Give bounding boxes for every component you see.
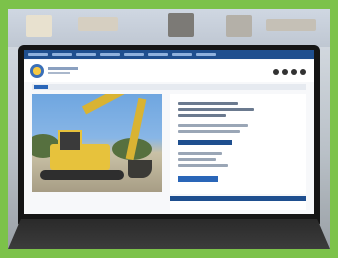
excavator-boom: [81, 94, 138, 115]
excavator-cab: [58, 130, 82, 152]
site-nav-bar: [24, 50, 314, 59]
nav-item[interactable]: [76, 53, 96, 56]
laptop-keyboard-deck: [8, 219, 330, 249]
seller-card: [170, 196, 306, 210]
breadcrumb: [32, 84, 306, 90]
excavator-bucket: [128, 160, 152, 178]
photo: [8, 9, 330, 249]
site-header: [24, 60, 314, 82]
excavator-track: [40, 170, 124, 180]
nav-item[interactable]: [172, 53, 192, 56]
nav-item[interactable]: [148, 53, 168, 56]
nav-item[interactable]: [28, 53, 48, 56]
site-logo[interactable]: [30, 64, 44, 78]
wall-object: [78, 17, 118, 31]
listing-title-blur: [178, 102, 238, 105]
nav-item[interactable]: [124, 53, 144, 56]
listing-text-blur: [178, 130, 240, 133]
laptop-screen-bezel: [18, 45, 320, 225]
social-icons: [273, 69, 306, 75]
wall-picture: [168, 13, 194, 37]
price-bar: [178, 140, 232, 145]
breadcrumb-home[interactable]: [34, 85, 48, 89]
listing-text-blur: [178, 164, 228, 167]
wall-object: [266, 19, 316, 31]
social-icon[interactable]: [282, 69, 288, 75]
nav-item[interactable]: [100, 53, 120, 56]
laptop-screen: [24, 50, 314, 214]
seller-card-header: [170, 196, 306, 201]
listing-text-blur: [178, 152, 222, 155]
contact-button[interactable]: [178, 176, 218, 182]
background-wall: [8, 9, 330, 47]
nav-item[interactable]: [52, 53, 72, 56]
social-icon[interactable]: [291, 69, 297, 75]
social-icon[interactable]: [273, 69, 279, 75]
excavator-photo[interactable]: [32, 94, 162, 192]
social-icon[interactable]: [300, 69, 306, 75]
wall-poster: [26, 15, 52, 37]
site-name-blur: [48, 67, 78, 70]
listing-details: [170, 94, 306, 194]
wall-picture: [226, 15, 252, 37]
listing-title-blur: [178, 108, 254, 111]
listing-text-blur: [178, 124, 248, 127]
photo-frame: [0, 0, 338, 258]
nav-item[interactable]: [196, 53, 216, 56]
listing-title-blur: [178, 114, 226, 117]
site-tagline-blur: [48, 72, 70, 74]
listing-text-blur: [178, 158, 216, 161]
